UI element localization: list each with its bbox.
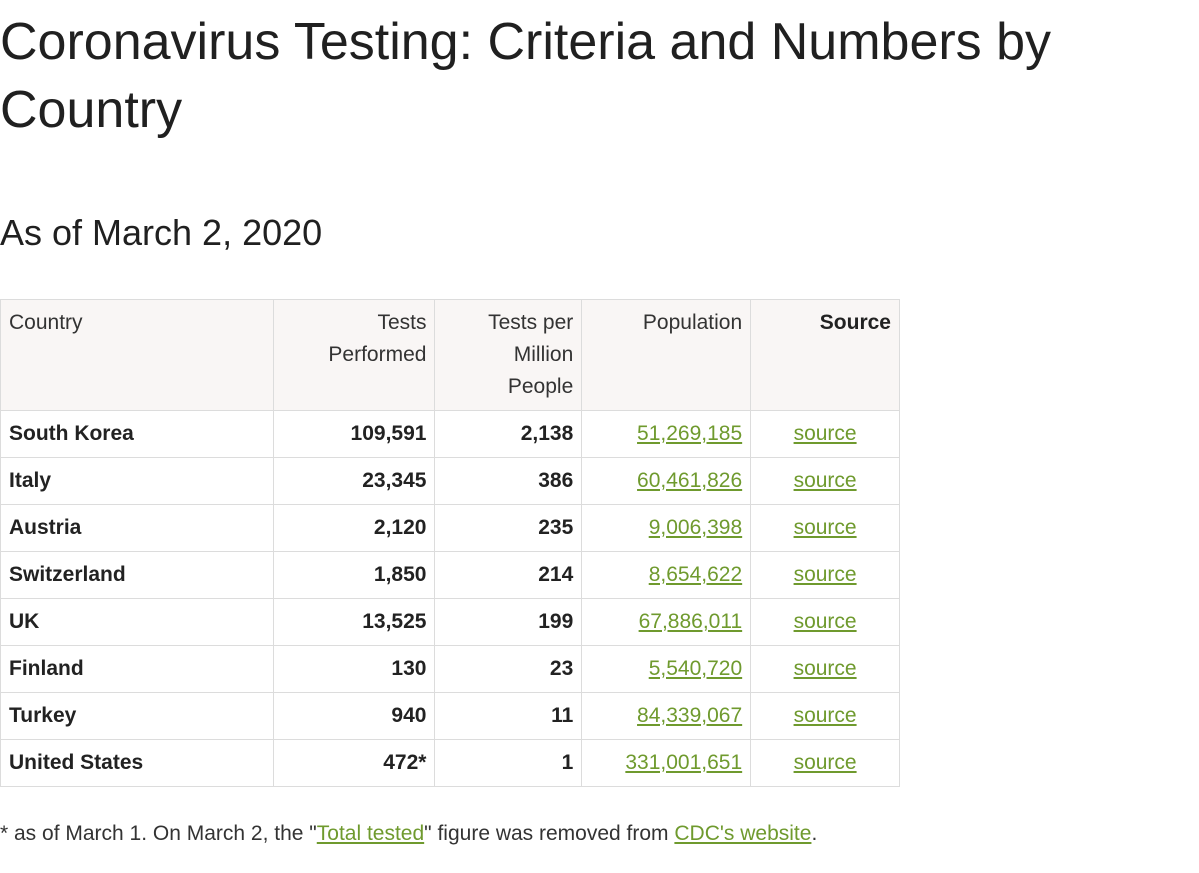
cell-per-million: 214	[434, 551, 583, 599]
cell-country: Switzerland	[0, 551, 274, 599]
header-source: Source	[750, 299, 900, 411]
cell-per-million: 23	[434, 645, 583, 693]
cell-source: source	[750, 457, 900, 505]
cell-source: source	[750, 645, 900, 693]
table-row: Austria 2,120 235 9,006,398 source	[0, 504, 900, 552]
table-body: South Korea 109,591 2,138 51,269,185 sou…	[0, 410, 900, 787]
table-row: Turkey 940 11 84,339,067 source	[0, 692, 900, 740]
table-row: Switzerland 1,850 214 8,654,622 source	[0, 551, 900, 599]
page-subtitle: As of March 2, 2020	[0, 212, 323, 253]
population-link[interactable]: 9,006,398	[649, 516, 742, 539]
cell-country: UK	[0, 598, 274, 646]
cell-population: 84,339,067	[581, 692, 752, 740]
source-link[interactable]: source	[794, 516, 857, 539]
cell-population: 8,654,622	[581, 551, 752, 599]
source-link[interactable]: source	[794, 657, 857, 680]
cell-per-million: 2,138	[434, 410, 583, 458]
cell-per-million: 1	[434, 739, 583, 787]
cell-tests: 13,525	[272, 598, 436, 646]
population-link[interactable]: 5,540,720	[649, 657, 742, 680]
cell-population: 9,006,398	[581, 504, 752, 552]
cell-source: source	[750, 692, 900, 740]
header-row: Country Tests Performed Tests per Millio…	[0, 299, 900, 411]
header-population: Population	[581, 299, 752, 411]
cell-tests: 940	[272, 692, 436, 740]
source-link[interactable]: source	[794, 751, 857, 774]
cell-tests: 1,850	[272, 551, 436, 599]
cell-per-million: 235	[434, 504, 583, 552]
cell-population: 60,461,826	[581, 457, 752, 505]
cell-population: 5,540,720	[581, 645, 752, 693]
cell-country: Italy	[0, 457, 274, 505]
population-link[interactable]: 84,339,067	[637, 704, 742, 727]
table-row: South Korea 109,591 2,138 51,269,185 sou…	[0, 410, 900, 458]
header-tests-per-million: Tests per Million People	[434, 299, 583, 411]
cell-source: source	[750, 551, 900, 599]
source-link[interactable]: source	[794, 469, 857, 492]
cell-source: source	[750, 598, 900, 646]
table-row: Finland 130 23 5,540,720 source	[0, 645, 900, 693]
cell-tests: 109,591	[272, 410, 436, 458]
cell-country: Finland	[0, 645, 274, 693]
cell-country: Austria	[0, 504, 274, 552]
population-link[interactable]: 60,461,826	[637, 469, 742, 492]
cell-country: United States	[0, 739, 274, 787]
footnote-prefix: * as of March 1. On March 2, the "	[0, 822, 317, 845]
source-link[interactable]: source	[794, 704, 857, 727]
source-link[interactable]: source	[794, 563, 857, 586]
cell-tests: 2,120	[272, 504, 436, 552]
footnote-middle: " figure was removed from	[424, 822, 675, 845]
cell-population: 331,001,651	[581, 739, 752, 787]
population-link[interactable]: 331,001,651	[625, 751, 742, 774]
table-header: Country Tests Performed Tests per Millio…	[0, 299, 900, 411]
cell-per-million: 199	[434, 598, 583, 646]
table-row: Italy 23,345 386 60,461,826 source	[0, 457, 900, 505]
population-link[interactable]: 8,654,622	[649, 563, 742, 586]
cell-population: 67,886,011	[581, 598, 752, 646]
cell-source: source	[750, 410, 900, 458]
cell-source: source	[750, 504, 900, 552]
header-tests-performed: Tests Performed	[272, 299, 436, 411]
source-link[interactable]: source	[794, 422, 857, 445]
cell-tests: 23,345	[272, 457, 436, 505]
header-country: Country	[0, 299, 274, 411]
footnote-suffix: .	[811, 822, 818, 845]
source-link[interactable]: source	[794, 610, 857, 633]
population-link[interactable]: 67,886,011	[639, 610, 743, 633]
cell-tests: 130	[272, 645, 436, 693]
table-row: UK 13,525 199 67,886,011 source	[0, 598, 900, 646]
cell-country: Turkey	[0, 692, 274, 740]
cell-country: South Korea	[0, 410, 274, 458]
table-row: United States 472* 1 331,001,651 source	[0, 739, 900, 787]
cell-source: source	[750, 739, 900, 787]
page-title: Coronavirus Testing: Criteria and Number…	[0, 13, 1052, 139]
cell-per-million: 11	[434, 692, 583, 740]
total-tested-link[interactable]: Total tested	[317, 822, 424, 845]
page: Coronavirus Testing: Criteria and Number…	[0, 0, 1199, 873]
footnote: * as of March 1. On March 2, the "Total …	[0, 820, 817, 848]
cell-population: 51,269,185	[581, 410, 752, 458]
cell-tests: 472*	[272, 739, 436, 787]
population-link[interactable]: 51,269,185	[637, 422, 742, 445]
testing-table: Country Tests Performed Tests per Millio…	[0, 299, 900, 787]
cdc-website-link[interactable]: CDC's website	[674, 822, 811, 845]
cell-per-million: 386	[434, 457, 583, 505]
